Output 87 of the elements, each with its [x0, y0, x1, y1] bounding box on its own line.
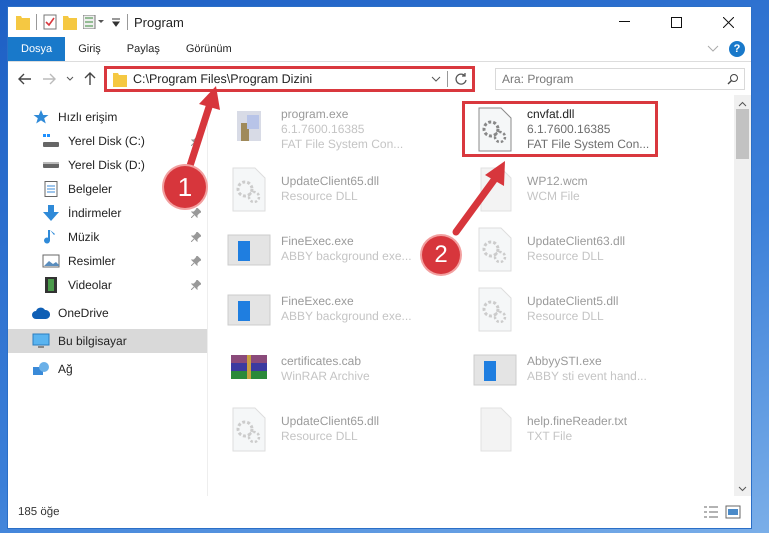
file-tile[interactable]: cnvfat.dll 6.1.7600.16385 FAT File System Con... [462, 101, 658, 157]
file-detail: Resource DLL [527, 309, 605, 324]
scroll-up-icon [738, 101, 747, 107]
item-count: 185 öğe [18, 506, 61, 518]
file-detail: FAT File System Con... [527, 136, 650, 152]
step-badge: 2 [422, 236, 460, 274]
scrollbar-thumb[interactable] [736, 109, 749, 159]
sidebar-item[interactable]: Yerel Disk (D:) [8, 153, 151, 177]
properties-icon[interactable] [83, 15, 105, 29]
down-arrow-icon [42, 205, 60, 221]
monitor-icon [32, 333, 50, 349]
caret-icon[interactable] [431, 76, 441, 82]
file-name: UpdateClient65.dll [281, 414, 380, 429]
up-button[interactable] [82, 70, 98, 88]
file-name: UpdateClient65.dll [281, 174, 380, 189]
details-view-icon[interactable] [703, 505, 719, 519]
file-name: FineExec.exe [281, 234, 355, 249]
file-detail: TXT File [527, 429, 574, 444]
sidebar-item[interactable]: Videolar [8, 273, 207, 297]
up-arrow-icon [84, 72, 96, 86]
file-name: AbbyySTI.exe [527, 354, 603, 369]
step-badge: 1 [164, 166, 206, 208]
caret-icon [66, 76, 74, 82]
file-name: UpdateClient63.dll [527, 234, 626, 249]
star-icon [32, 109, 50, 125]
file-name: help.fineReader.txt [527, 414, 628, 429]
file-detail: Resource DLL [527, 249, 605, 264]
file-detail: Resource DLL [281, 429, 359, 444]
sidebar-item[interactable]: Yerel Disk (C:) [8, 129, 207, 153]
checklist-icon[interactable] [43, 14, 57, 30]
scrollbar[interactable] [734, 95, 751, 496]
file-detail: WinRAR Archive [281, 369, 370, 384]
file-name: UpdateClient5.dll [527, 294, 618, 309]
search-field[interactable]: Ara: Program [495, 68, 745, 90]
folder-icon [16, 14, 30, 30]
pin-icon [191, 256, 201, 266]
file-name: certificates.cab [281, 354, 362, 369]
file-detail: 6.1.7600.16385 [281, 122, 366, 136]
file-name: program.exe [281, 106, 350, 122]
address-bar[interactable]: C:\Program Files\Program Dizini [104, 66, 475, 92]
search-icon [727, 72, 739, 84]
scroll-down-icon [738, 486, 747, 492]
file-detail: WCM File [527, 189, 581, 204]
file-detail: ABBY background exe... [281, 309, 412, 324]
pin-icon [191, 232, 201, 242]
folder-icon [113, 70, 127, 86]
file-name: FineExec.exe [281, 294, 355, 309]
window-title: Program [134, 14, 185, 30]
sidebar-item[interactable]: OneDrive [8, 301, 115, 325]
network-icon [32, 361, 50, 377]
ribbon-tab[interactable]: Paylaş [114, 37, 173, 61]
picture-icon [42, 253, 60, 269]
file-name: cnvfat.dll [527, 106, 576, 122]
pin-icon [191, 280, 201, 290]
refresh-icon[interactable] [454, 72, 468, 86]
ribbon-tab[interactable]: Giriş [65, 37, 114, 61]
back-arrow-icon [18, 72, 32, 84]
sidebar-item[interactable]: Ağ [8, 357, 79, 381]
close-icon [722, 16, 734, 28]
back-button[interactable] [16, 70, 34, 86]
maximize-icon [670, 16, 682, 28]
file-detail: ABBY sti event hand... [527, 369, 647, 384]
file-detail: ABBY background exe... [281, 249, 412, 264]
ribbon-tab[interactable]: Dosya [8, 37, 66, 61]
help-button[interactable]: ? [729, 41, 745, 57]
dropdown-icon[interactable] [111, 17, 121, 27]
sidebar-item[interactable]: Resimler [8, 249, 207, 273]
address-path: C:\Program Files\Program Dizini [133, 72, 314, 86]
pin-icon [191, 208, 201, 218]
file-name: WP12.wcm [527, 174, 588, 189]
cloud-icon [32, 305, 50, 321]
sidebar-item[interactable]: Hızlı erişim [8, 105, 124, 129]
sidebar-item[interactable]: Bu bilgisayar [8, 329, 207, 353]
forward-arrow-icon [42, 72, 56, 84]
drive-icon [42, 133, 60, 149]
sidebar-item[interactable]: Belgeler [8, 177, 118, 201]
sidebar-item[interactable]: Müzik [8, 225, 207, 249]
minimize-icon [618, 21, 630, 23]
recent-locations-button[interactable] [64, 74, 76, 84]
document-icon [42, 181, 60, 197]
file-detail: Resource DLL [281, 189, 359, 204]
ribbon-tab[interactable]: Görünüm [172, 37, 245, 61]
film-icon [42, 277, 60, 293]
drive-icon [42, 162, 60, 168]
tiles-view-icon[interactable] [725, 505, 741, 519]
file-detail: FAT File System Con... [281, 136, 404, 152]
file-detail: 6.1.7600.16385 [527, 122, 612, 136]
